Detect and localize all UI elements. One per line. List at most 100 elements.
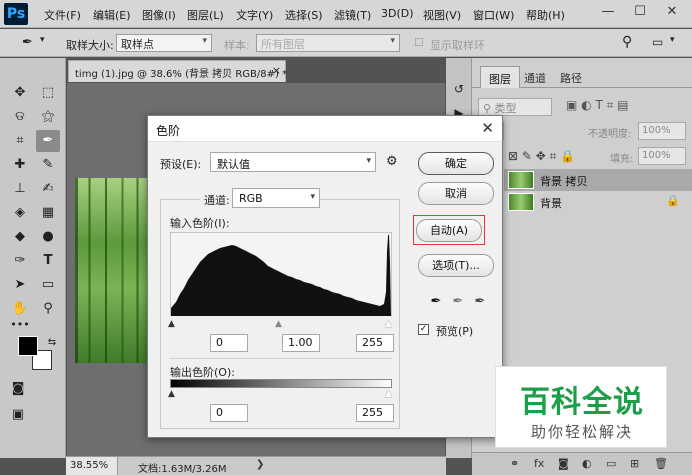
options-button[interactable]: 选项(T)... (418, 254, 494, 277)
output-black-field[interactable]: 0 (210, 404, 248, 422)
input-gamma-slider-icon[interactable]: ▲ (275, 319, 282, 329)
healing-brush-tool-icon[interactable]: ✚ (8, 154, 32, 176)
separator (170, 358, 392, 359)
tab-channels[interactable]: 通道 (516, 66, 554, 88)
chevron-down-icon[interactable]: ▾ (670, 35, 675, 45)
layer-thumbnail (508, 171, 534, 189)
blur-tool-icon[interactable]: ◆ (8, 226, 32, 248)
input-white-field[interactable]: 255 (356, 334, 394, 352)
history-icon[interactable]: ↺ (450, 80, 468, 98)
status-bar: 38.55% 文档:1.63M/3.26M ❯ (66, 456, 446, 475)
type-tool-icon[interactable]: T (36, 250, 60, 272)
preview-checkbox[interactable]: ✓ (418, 324, 429, 335)
eyedropper-tool-icon[interactable]: ✒ (36, 130, 60, 152)
histogram (170, 232, 392, 316)
cancel-button[interactable]: 取消 (418, 182, 494, 205)
more-tools-icon[interactable]: ••• (8, 314, 32, 336)
rectangle-tool-icon[interactable]: ▭ (36, 274, 60, 296)
menu-view[interactable]: 视图(V) (423, 7, 461, 23)
search-icon[interactable]: ⚲ (622, 34, 632, 50)
close-icon[interactable]: ✕ (481, 119, 494, 137)
levels-dialog: 色阶 ✕ 预设(E): 默认值 ▾ ⚙ 通道: RGB ▾ 输入色阶(I): ▲… (147, 115, 503, 438)
white-point-eyedropper-icon[interactable]: ✒ (472, 294, 488, 310)
preview-label: 预览(P) (436, 325, 474, 338)
new-layer-icon[interactable]: ⊞ (630, 457, 639, 470)
swap-colors-icon[interactable]: ⇆ (40, 332, 64, 354)
restore-button[interactable]: ☐ (626, 2, 654, 22)
fill-input[interactable]: 100% (638, 147, 686, 165)
menu-filter[interactable]: 滤镜(T) (334, 7, 371, 23)
gray-point-eyedropper-icon[interactable]: ✒ (450, 294, 466, 310)
gradient-tool-icon[interactable]: ▦ (36, 202, 60, 224)
adjustment-layer-icon[interactable]: ◐ (582, 457, 592, 470)
output-black-slider-icon[interactable]: ▲ (168, 389, 175, 399)
black-point-eyedropper-icon[interactable]: ✒ (428, 294, 444, 310)
path-selection-tool-icon[interactable]: ➤ (8, 274, 32, 296)
preset-label: 预设(E): (160, 158, 202, 171)
menu-type[interactable]: 文字(Y) (236, 7, 273, 23)
channel-select[interactable]: RGB ▾ (232, 188, 320, 208)
input-white-slider-icon[interactable]: ▲ (385, 319, 392, 329)
minimize-button[interactable]: — (594, 2, 622, 22)
show-ring-checkbox[interactable]: ☐ (414, 36, 424, 49)
menu-layer[interactable]: 图层(L) (187, 7, 224, 23)
output-white-slider-icon[interactable]: ▲ (385, 389, 392, 399)
tab-paths[interactable]: 路径 (552, 66, 590, 88)
input-gamma-field[interactable]: 1.00 (282, 334, 320, 352)
output-white-field[interactable]: 255 (356, 404, 394, 422)
eraser-tool-icon[interactable]: ◈ (8, 202, 32, 224)
menu-bar: Ps 文件(F) 编辑(E) 图像(I) 图层(L) 文字(Y) 选择(S) 滤… (0, 0, 692, 28)
menu-edit[interactable]: 编辑(E) (93, 7, 131, 23)
clone-stamp-tool-icon[interactable]: ⊥ (8, 178, 32, 200)
tab-layers[interactable]: 图层 (480, 66, 520, 88)
workspace-icon[interactable]: ▭ (652, 35, 663, 49)
eyedropper-tool-icon[interactable]: ✒ (22, 35, 33, 50)
history-brush-tool-icon[interactable]: ✍ (36, 178, 60, 200)
filter-icons[interactable]: ▣ ◐ T ⌗ ▤ (566, 98, 629, 113)
layer-row-background-copy[interactable]: 背景 拷贝 (504, 169, 692, 191)
link-layers-icon[interactable]: ⚭ (510, 457, 519, 470)
bamboo-photo[interactable] (75, 178, 150, 363)
brush-tool-icon[interactable]: ✎ (36, 154, 60, 176)
watermark-badge: 百科全说 助你轻松解决 (495, 366, 667, 448)
menu-select[interactable]: 选择(S) (285, 7, 323, 23)
input-black-field[interactable]: 0 (210, 334, 248, 352)
screen-mode-icon[interactable]: ▣ (6, 404, 30, 426)
lasso-tool-icon[interactable]: ଡ (8, 106, 32, 128)
marquee-tool-icon[interactable]: ⬚ (36, 82, 60, 104)
chevron-down-icon[interactable]: ▾ (40, 35, 45, 45)
menu-help[interactable]: 帮助(H) (526, 7, 565, 23)
menu-window[interactable]: 窗口(W) (473, 7, 514, 23)
sample-select[interactable]: 所有图层 ▾ (256, 34, 400, 52)
add-mask-icon[interactable]: ◙ (558, 457, 569, 470)
foreground-color-swatch[interactable] (18, 336, 38, 356)
input-black-slider-icon[interactable]: ▲ (168, 319, 175, 329)
sample-value: 所有图层 (261, 38, 305, 51)
menu-file[interactable]: 文件(F) (44, 7, 81, 23)
chevron-right-icon[interactable]: ❯ (256, 459, 264, 470)
layer-row-background[interactable]: 背景 🔒 (504, 191, 692, 213)
menu-image[interactable]: 图像(I) (142, 7, 176, 23)
magic-wand-tool-icon[interactable]: ⚝ (36, 106, 60, 128)
zoom-level[interactable]: 38.55% (66, 457, 118, 475)
trash-icon[interactable]: 🗑 (654, 457, 668, 470)
opacity-input[interactable]: 100% (638, 122, 686, 140)
dodge-tool-icon[interactable]: ● (36, 226, 60, 248)
preset-options-gear-icon[interactable]: ⚙ (386, 154, 398, 169)
quick-mask-icon[interactable]: ◙ (6, 378, 30, 400)
new-group-icon[interactable]: ▭ (606, 457, 616, 470)
crop-tool-icon[interactable]: ⌗ (8, 130, 32, 152)
sample-size-select[interactable]: 取样点 ▾ (116, 34, 212, 52)
layer-filter-select[interactable]: ⚲ 类型 (478, 98, 552, 116)
zoom-tool-icon[interactable]: ⚲ (36, 298, 60, 320)
close-window-button[interactable]: ✕ (658, 2, 686, 22)
close-icon[interactable]: × (272, 64, 281, 77)
document-tab[interactable]: timg (1).jpg @ 38.6% (背景 拷贝 RGB/8#) * × (68, 60, 287, 82)
lock-icons[interactable]: ⊠ ✎ ✥ ⌗ 🔒 (508, 149, 575, 164)
move-tool-icon[interactable]: ✥ (8, 82, 32, 104)
menu-3d[interactable]: 3D(D) (381, 7, 414, 20)
preset-select[interactable]: 默认值 ▾ (210, 152, 376, 172)
ok-button[interactable]: 确定 (418, 152, 494, 175)
fx-icon[interactable]: fx (534, 457, 544, 470)
pen-tool-icon[interactable]: ✑ (8, 250, 32, 272)
